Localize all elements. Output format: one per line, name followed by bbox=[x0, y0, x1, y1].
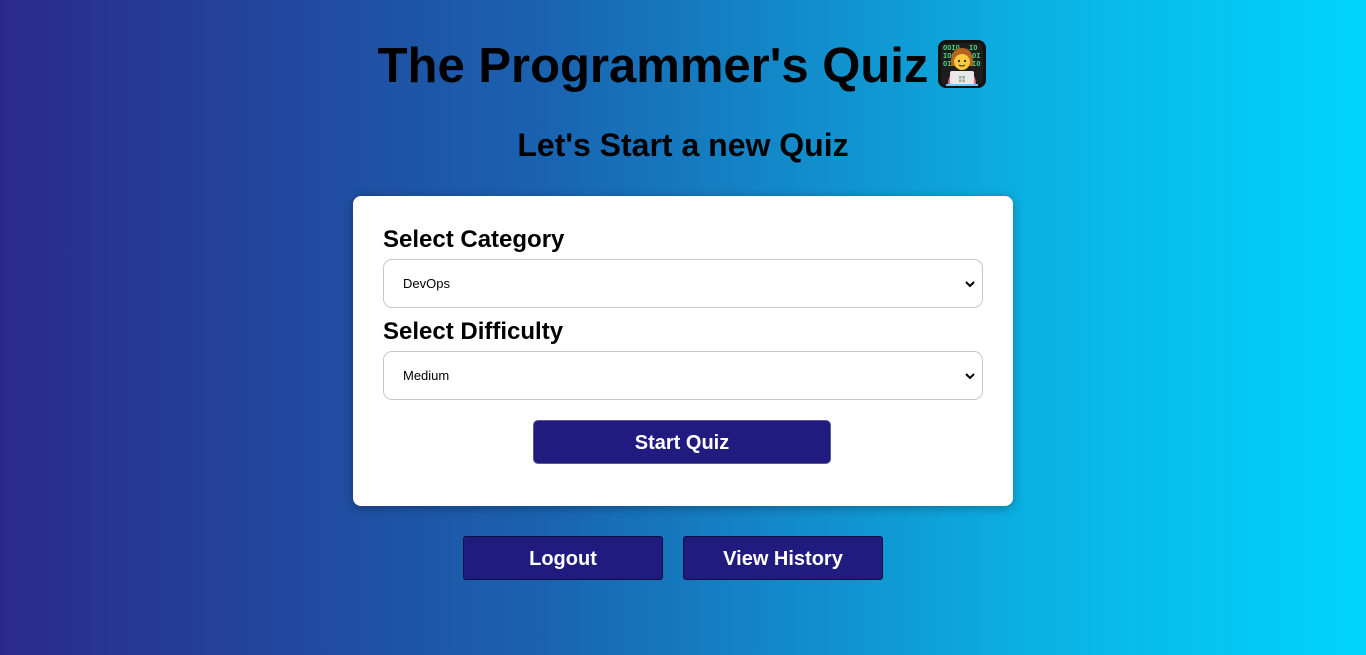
technologist-emoji-icon: OOIO IOOI OIIO IO OI IO bbox=[936, 38, 988, 90]
category-select[interactable]: DevOps bbox=[383, 259, 983, 308]
category-label: Select Category bbox=[383, 226, 565, 253]
svg-text:OI: OI bbox=[972, 52, 980, 60]
category-selected-value: DevOps bbox=[403, 276, 450, 291]
chevron-down-icon bbox=[964, 277, 976, 289]
view-history-button[interactable]: View History bbox=[683, 536, 883, 580]
start-quiz-button[interactable]: Start Quiz bbox=[533, 420, 831, 464]
difficulty-selected-value: Medium bbox=[403, 368, 450, 383]
chevron-down-icon bbox=[964, 369, 976, 381]
logout-button[interactable]: Logout bbox=[463, 536, 663, 580]
svg-text:IO: IO bbox=[969, 44, 977, 52]
subtitle: Let's Start a new Quiz bbox=[517, 127, 849, 163]
page-title-text: The Programmer's Quiz bbox=[377, 39, 929, 93]
quiz-setup-card: Select Category DevOps Select Difficulty… bbox=[353, 196, 1013, 506]
difficulty-label: Select Difficulty bbox=[383, 318, 564, 345]
svg-text:IO: IO bbox=[972, 60, 980, 68]
page-title: The Programmer's Quiz OOIO IOOI OIIO IO … bbox=[0, 36, 1366, 96]
difficulty-select[interactable]: Medium bbox=[383, 351, 983, 400]
